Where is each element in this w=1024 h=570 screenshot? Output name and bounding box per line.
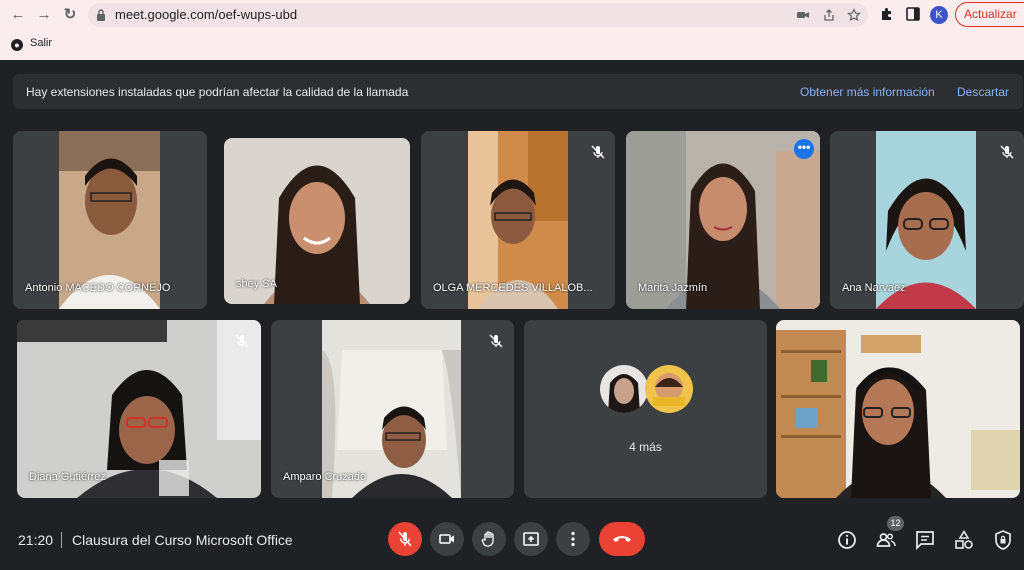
divider [61,532,62,548]
bookmark-star-icon[interactable] [847,8,861,22]
banner-message: Hay extensiones instaladas que podrían a… [26,85,409,99]
mic-off-icon [398,531,412,547]
participants-button[interactable] [875,529,897,551]
participant-name: Diana Gutiérrez [29,471,107,483]
raise-hand-button[interactable] [472,522,506,556]
participant-tile[interactable]: Ana Narvaez [830,131,1024,309]
muted-mic-icon [591,145,605,159]
participant-name: Amparo Cruzado [283,471,367,483]
participant-video [776,320,1020,498]
meeting-details-button[interactable] [836,529,858,551]
back-icon[interactable]: ← [8,5,28,25]
muted-mic-icon [235,334,249,348]
address-row: ← → ↻ meet.google.com/oef-wups-ubd K Act… [0,0,1024,30]
extensions-icon[interactable] [878,6,896,24]
more-options-icon[interactable]: ••• [794,139,814,159]
forward-icon[interactable]: → [34,5,54,25]
globe-icon: ● [11,39,23,51]
meeting-title: Clausura del Curso Microsoft Office [72,532,293,548]
participant-tile[interactable]: Diana Gutiérrez [17,320,261,498]
microphone-off-button[interactable] [388,522,422,556]
url-text: meet.google.com/oef-wups-ubd [115,7,298,22]
dismiss-link[interactable]: Descartar [957,85,1009,99]
leave-call-button[interactable] [599,522,645,556]
learn-more-link[interactable]: Obtener más información [800,85,935,99]
share-icon[interactable] [822,8,836,22]
address-bar[interactable]: meet.google.com/oef-wups-ubd [88,3,868,27]
bookmarks-bar: ● Salir [0,30,1024,56]
participant-tile-active[interactable]: ••• Marita Jazmín [626,131,820,309]
participant-tile[interactable]: OLGA MERCEDES VILLALOB... [421,131,615,309]
hand-icon [481,531,494,547]
hang-up-icon [613,536,631,542]
reload-icon[interactable]: ↻ [60,5,80,25]
participant-avatar [600,365,648,413]
participant-tile[interactable] [776,320,1020,498]
vertical-dots-icon [571,531,575,547]
more-participants-label: 4 más [629,440,662,454]
shield-lock-icon [995,530,1011,550]
info-icon [838,531,856,549]
participant-avatar [645,365,693,413]
camera-button[interactable] [430,522,464,556]
lock-icon [97,9,105,21]
host-controls-button[interactable] [992,529,1014,551]
muted-mic-icon [489,334,503,348]
present-screen-button[interactable] [514,522,548,556]
meeting-time: 21:20 [18,532,54,548]
participant-tile[interactable]: Amparo Cruzado [271,320,514,498]
browser-chrome: ← → ↻ meet.google.com/oef-wups-ubd K Act… [0,0,1024,60]
participant-name: shey SA [236,278,277,290]
more-options-button[interactable] [556,522,590,556]
people-icon [876,533,896,547]
meeting-toolbar: 21:20 Clausura del Curso Microsoft Offic… [0,510,1024,570]
muted-mic-icon [1000,145,1014,159]
update-button[interactable]: Actualizar [955,2,1024,27]
activities-button[interactable] [953,529,975,551]
chat-icon [916,531,934,551]
present-icon [523,532,539,546]
side-panel-icon[interactable] [904,6,922,24]
video-camera-icon [439,534,454,544]
shapes-icon [955,529,973,549]
participant-name: OLGA MERCEDES VILLALOB... [433,282,593,294]
extensions-warning-banner: Hay extensiones instaladas que podrían a… [13,74,1023,109]
participant-name: Marita Jazmín [638,282,708,294]
more-participants-tile[interactable]: 4 más [524,320,767,498]
camera-indicator-icon[interactable] [796,8,810,22]
profile-avatar[interactable]: K [930,6,948,24]
participant-name: Ana Narvaez [842,282,906,294]
participant-name: Antonio MACEDO CORNEJO [25,282,171,294]
participant-tile[interactable]: Antonio MACEDO CORNEJO [13,131,207,309]
bookmark-salir[interactable]: ● Salir [11,35,52,51]
bookmark-label: Salir [30,37,53,49]
participant-tile[interactable]: shey SA [224,138,410,304]
chat-button[interactable] [914,529,936,551]
